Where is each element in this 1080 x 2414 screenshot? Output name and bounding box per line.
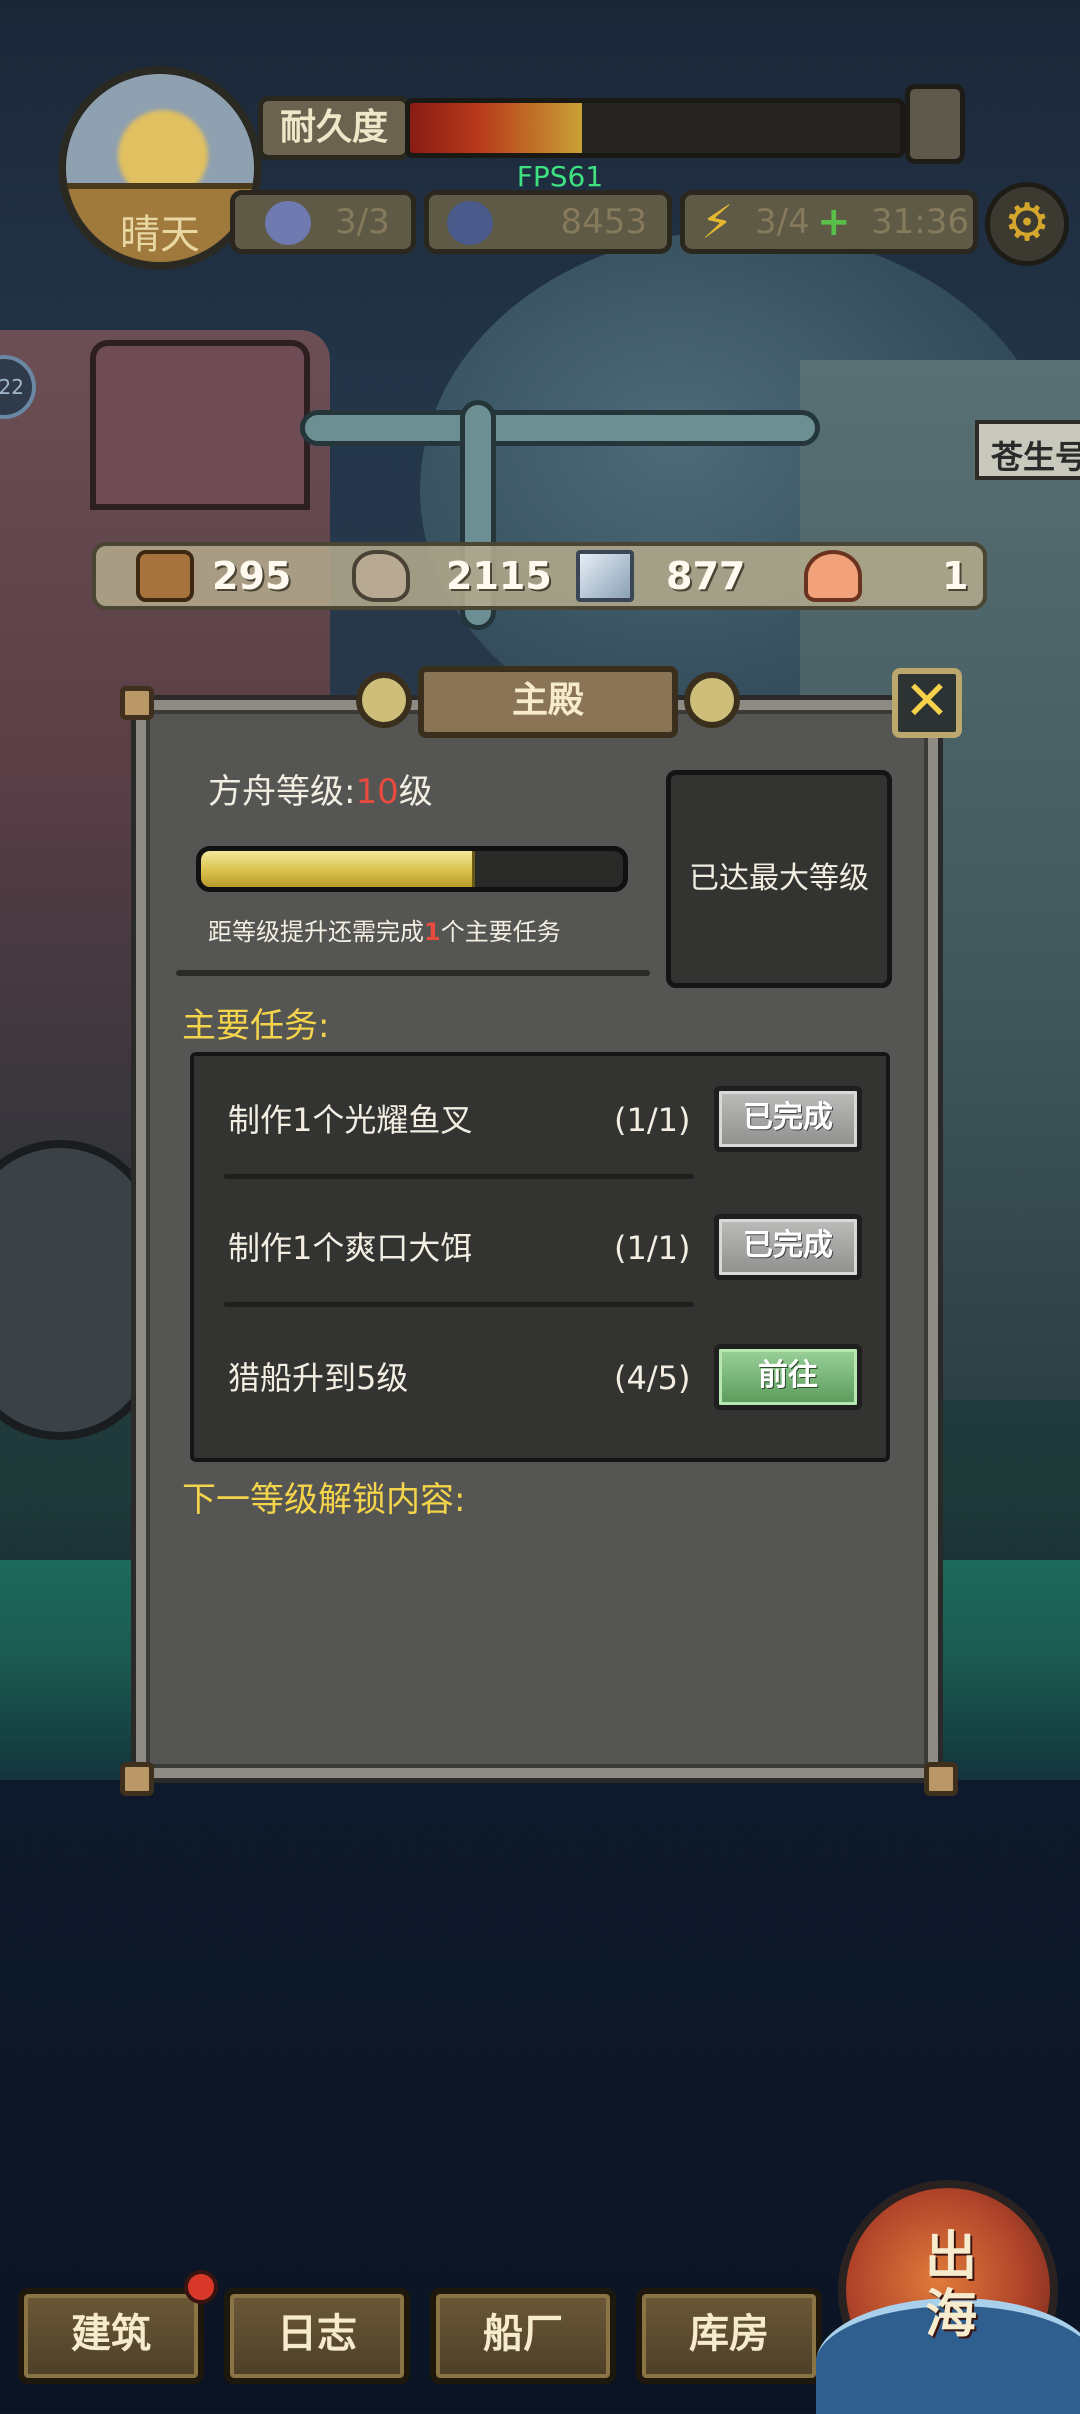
durability-bar xyxy=(405,98,905,158)
task-name: 制作1个爽口大饵 xyxy=(228,1229,473,1267)
resource-bar: 295 2115 877 1 xyxy=(92,542,987,610)
resource-shell: 1 xyxy=(804,546,984,606)
requirement-count: 1 xyxy=(424,918,441,946)
task-completed-button[interactable]: 已完成 xyxy=(714,1086,862,1152)
durability-text xyxy=(410,103,900,153)
level-progress-fill xyxy=(201,851,476,887)
energy-plus-icon[interactable]: + xyxy=(817,195,851,249)
close-button[interactable]: ✕ xyxy=(892,668,962,738)
wood-icon xyxy=(136,550,194,602)
max-level-box: 已达最大等级 xyxy=(666,770,892,988)
requirement-suffix: 个主要任务 xyxy=(440,918,561,946)
crew-value: 3/3 xyxy=(335,202,390,242)
requirement-prefix: 距等级提升还需完成 xyxy=(208,918,424,946)
title-knob-left xyxy=(356,672,412,728)
coin-icon xyxy=(447,201,493,245)
next-level-unlocks-heading: 下一等级解锁内容: xyxy=(182,1480,466,1520)
background-pipe xyxy=(300,410,820,446)
task-progress: (1/1) xyxy=(614,1101,691,1139)
coin-value: 8453 xyxy=(560,202,647,242)
task-progress: (1/1) xyxy=(614,1229,691,1267)
lightning-icon: ⚡ xyxy=(701,195,734,249)
nav-shipyard-button[interactable]: 船厂 xyxy=(430,2288,616,2384)
energy-counter[interactable]: ⚡ 3/4 + 31:36 xyxy=(680,190,978,254)
notification-dot xyxy=(184,2270,218,2304)
resource-stone: 2115 xyxy=(352,546,572,606)
level-requirement-note: 距等级提升还需完成1个主要任务 xyxy=(208,912,561,947)
task-completed-button[interactable]: 已完成 xyxy=(714,1214,862,1280)
wood-value: 295 xyxy=(212,554,292,598)
iron-ingot-icon xyxy=(576,550,634,602)
task-row: 制作1个光耀鱼叉 (1/1) 已完成 xyxy=(194,1070,886,1170)
task-list: 制作1个光耀鱼叉 (1/1) 已完成 制作1个爽口大饵 (1/1) 已完成 猎船… xyxy=(190,1052,890,1462)
task-name: 猎船升到5级 xyxy=(228,1359,409,1397)
panel-corner-bracket xyxy=(120,1762,154,1796)
ship-name-sign: 苍生号 xyxy=(975,420,1080,480)
weather-label: 晴天 xyxy=(120,212,200,258)
durability-bar-cap xyxy=(905,84,965,164)
ark-level-label: 方舟等级: xyxy=(208,772,356,812)
fps-counter: FPS61 xyxy=(516,160,604,193)
level-progress-bar xyxy=(196,846,628,892)
shell-value: 1 xyxy=(942,554,969,598)
set-sail-label: 出海 xyxy=(924,2226,977,2345)
ark-level-unit: 级 xyxy=(398,772,433,812)
shell-icon xyxy=(804,550,862,602)
ark-level: 方舟等级:10级 xyxy=(208,764,433,813)
resource-iron: 877 xyxy=(576,546,786,606)
background-tank xyxy=(90,340,310,510)
main-tasks-heading: 主要任务: xyxy=(182,1006,330,1046)
divider xyxy=(176,970,650,976)
panel-corner-bracket xyxy=(924,1762,958,1796)
task-row: 猎船升到5级 (4/5) 前往 xyxy=(194,1328,886,1428)
task-row: 制作1个爽口大饵 (1/1) 已完成 xyxy=(194,1198,886,1298)
set-sail-button[interactable]: 出海 xyxy=(816,2180,1080,2414)
task-goto-button[interactable]: 前往 xyxy=(714,1344,862,1410)
durability-label: 耐久度 xyxy=(258,96,410,160)
nav-log-button[interactable]: 日志 xyxy=(224,2288,410,2384)
energy-value: 3/4 xyxy=(755,202,810,242)
close-icon: ✕ xyxy=(904,669,950,732)
crew-flower-icon xyxy=(265,201,311,245)
settings-button[interactable]: ⚙ xyxy=(985,182,1069,266)
task-progress: (4/5) xyxy=(614,1359,691,1397)
title-knob-right xyxy=(684,672,740,728)
iron-value: 877 xyxy=(666,554,746,598)
crew-counter[interactable]: 3/3 xyxy=(230,190,416,254)
task-divider xyxy=(224,1174,694,1179)
gear-icon: ⚙ xyxy=(1003,193,1051,253)
ark-level-value: 10 xyxy=(355,772,399,812)
task-divider xyxy=(224,1302,694,1307)
stone-value: 2115 xyxy=(446,554,552,598)
dialog-title: 主殿 xyxy=(418,666,678,738)
panel-corner-bracket xyxy=(120,686,154,720)
nav-warehouse-button[interactable]: 库房 xyxy=(636,2288,822,2384)
resource-wood: 295 xyxy=(136,546,336,606)
nav-build-button[interactable]: 建筑 xyxy=(18,2288,204,2384)
coin-counter[interactable]: 8453 xyxy=(424,190,672,254)
stone-icon xyxy=(352,550,410,602)
energy-timer: 31:36 xyxy=(871,202,969,242)
task-name: 制作1个光耀鱼叉 xyxy=(228,1101,473,1139)
